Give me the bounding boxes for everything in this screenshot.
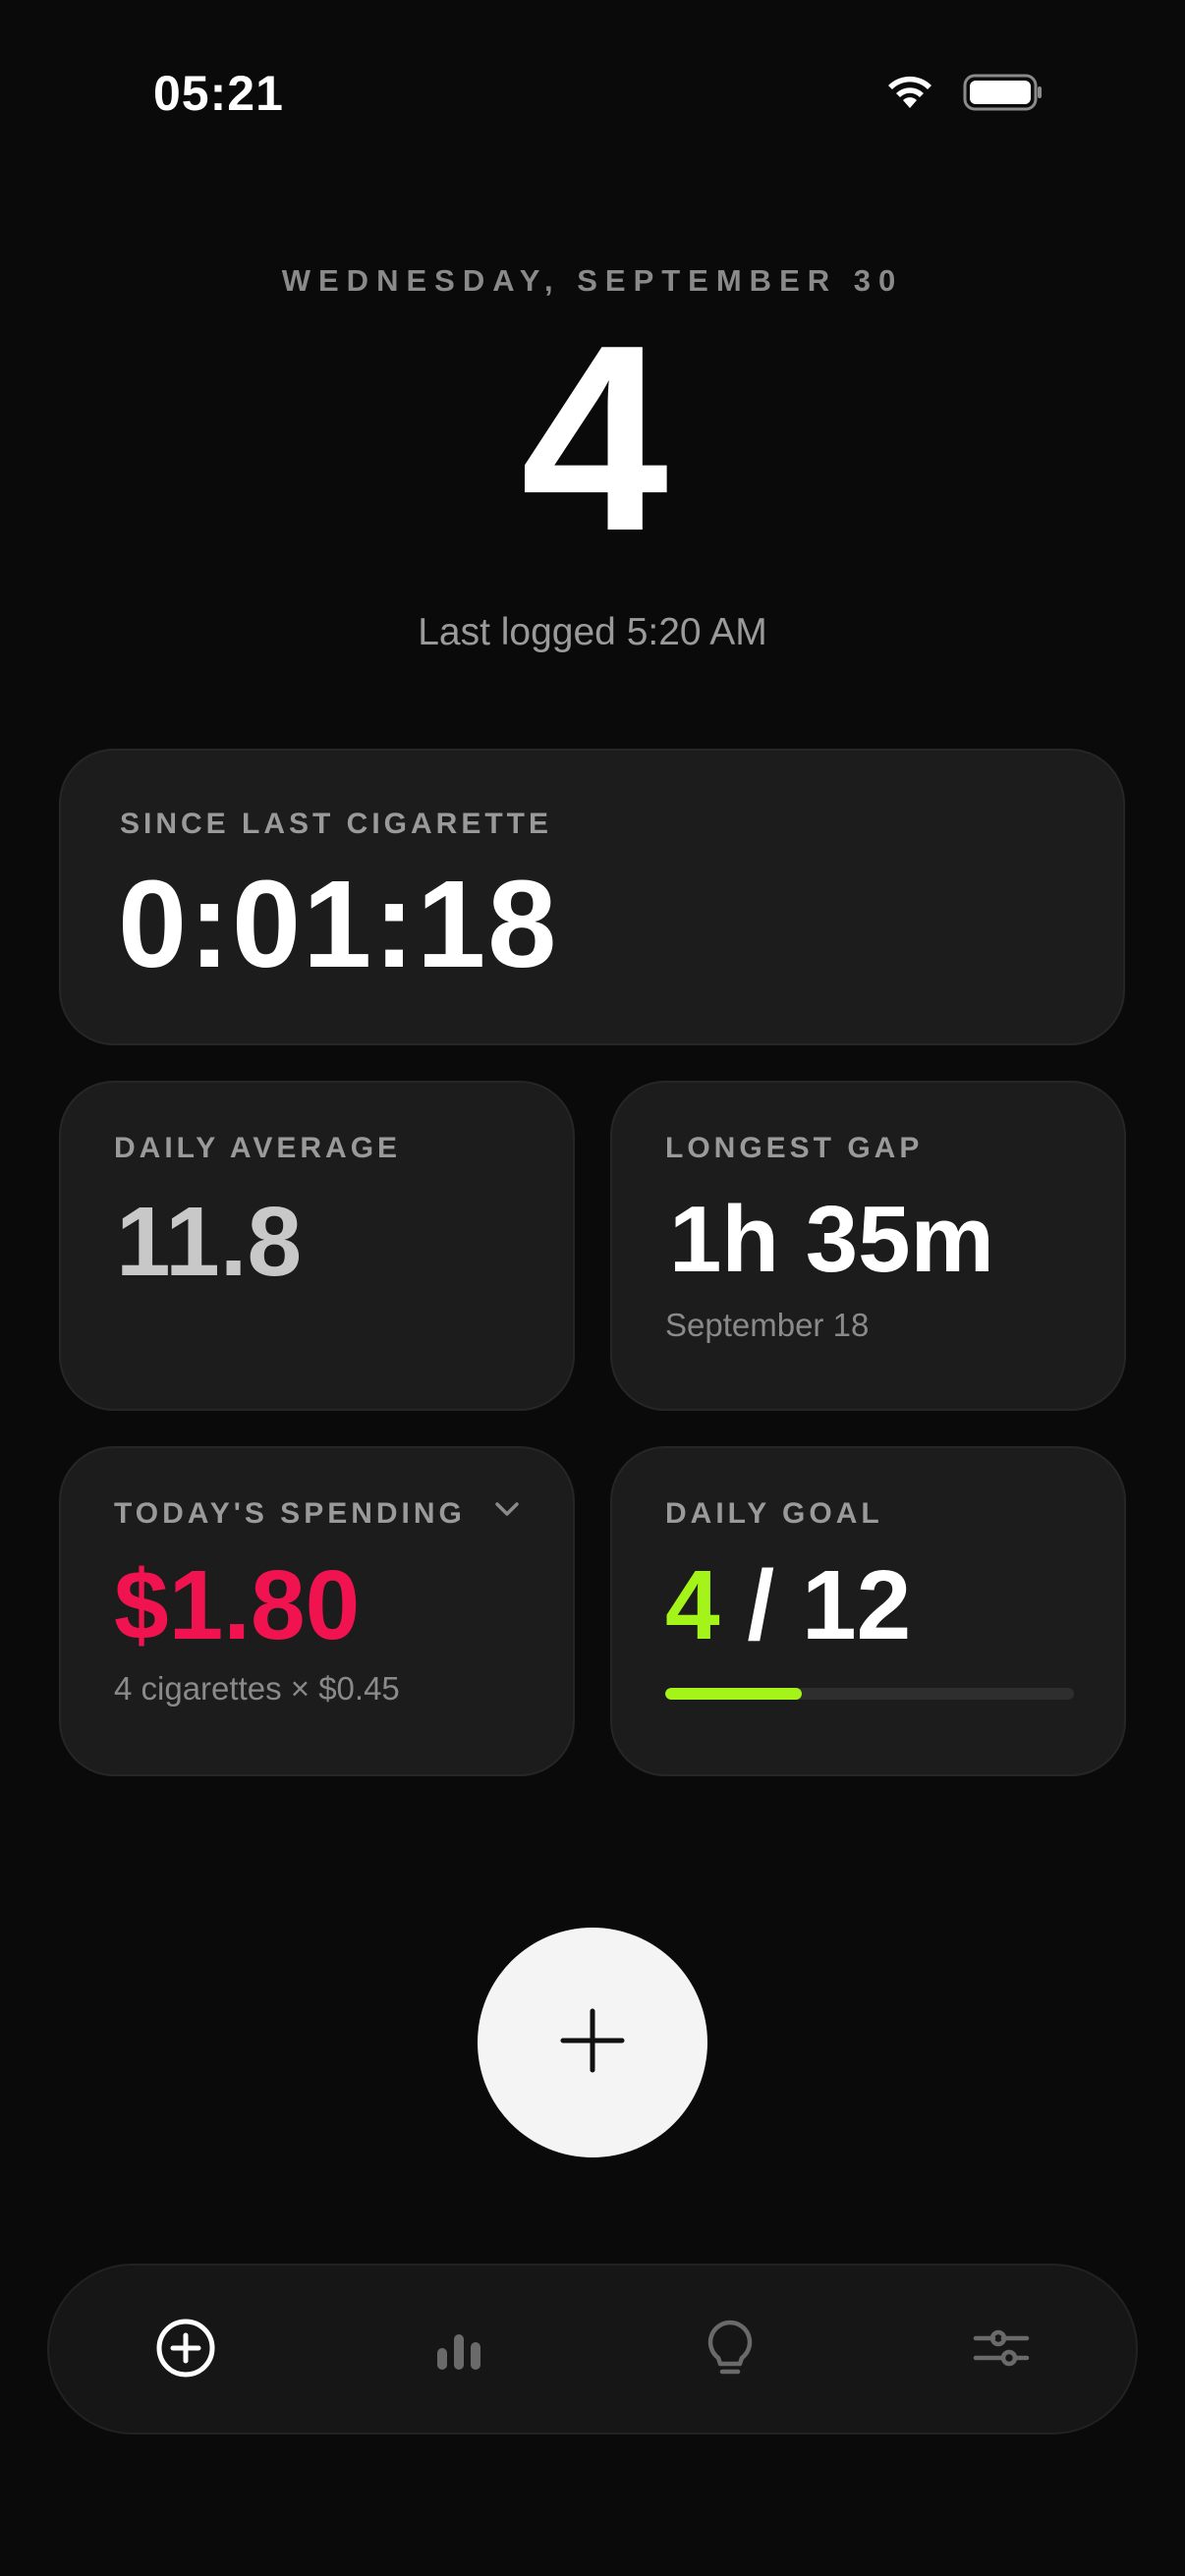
daily-goal-card: DAILY GOAL 4 / 12 (610, 1446, 1126, 1776)
plus-icon (560, 2008, 625, 2078)
status-icons (884, 73, 1044, 112)
add-cigarette-button[interactable] (478, 1928, 707, 2157)
goal-current: 4 (665, 1550, 720, 1660)
spending-label: TODAY'S SPENDING (114, 1497, 466, 1530)
home-screen: 05:21 WEDNESDAY, SEPTEMBER 30 4 Last log… (0, 0, 1185, 2576)
longest-gap-card: LONGEST GAP 1h 35m September 18 (610, 1081, 1126, 1411)
daily-goal-value: 4 / 12 (665, 1556, 911, 1654)
today-count: 4 (520, 291, 668, 587)
spending-detail: 4 cigarettes × $0.45 (114, 1670, 400, 1707)
daily-average-label: DAILY AVERAGE (114, 1132, 402, 1164)
last-logged-text: Last logged 5:20 AM (418, 611, 767, 653)
tab-log[interactable] (139, 2303, 233, 2397)
chevron-down-icon[interactable] (493, 1499, 521, 1524)
plus-circle-icon (154, 2317, 217, 2384)
goal-total: 12 (802, 1550, 912, 1660)
since-last-timer: 0:01:18 (118, 855, 559, 993)
battery-icon (963, 73, 1044, 112)
daily-average-value: 11.8 (116, 1187, 303, 1297)
bar-chart-icon (429, 2319, 488, 2382)
since-last-label: SINCE LAST CIGARETTE (120, 808, 553, 840)
daily-average-card: DAILY AVERAGE 11.8 (59, 1081, 575, 1411)
tab-stats[interactable] (412, 2303, 506, 2397)
spending-value: $1.80 (114, 1550, 361, 1660)
goal-progress-fill (665, 1688, 802, 1700)
since-last-card: SINCE LAST CIGARETTE 0:01:18 (59, 749, 1125, 1045)
longest-gap-label: LONGEST GAP (665, 1132, 924, 1164)
sliders-icon (970, 2319, 1033, 2382)
wifi-icon (884, 73, 935, 112)
tab-tips[interactable] (683, 2303, 777, 2397)
goal-separator: / (747, 1550, 775, 1660)
tab-bar (47, 2264, 1138, 2435)
spending-card[interactable]: TODAY'S SPENDING $1.80 4 cigarettes × $0… (59, 1446, 575, 1776)
longest-gap-date: September 18 (665, 1307, 870, 1343)
daily-goal-label: DAILY GOAL (665, 1497, 883, 1530)
status-time: 05:21 (153, 66, 284, 121)
longest-gap-value: 1h 35m (669, 1187, 994, 1292)
tab-settings[interactable] (954, 2303, 1048, 2397)
goal-progress-bar (665, 1688, 1074, 1700)
lightbulb-icon (701, 2317, 760, 2384)
